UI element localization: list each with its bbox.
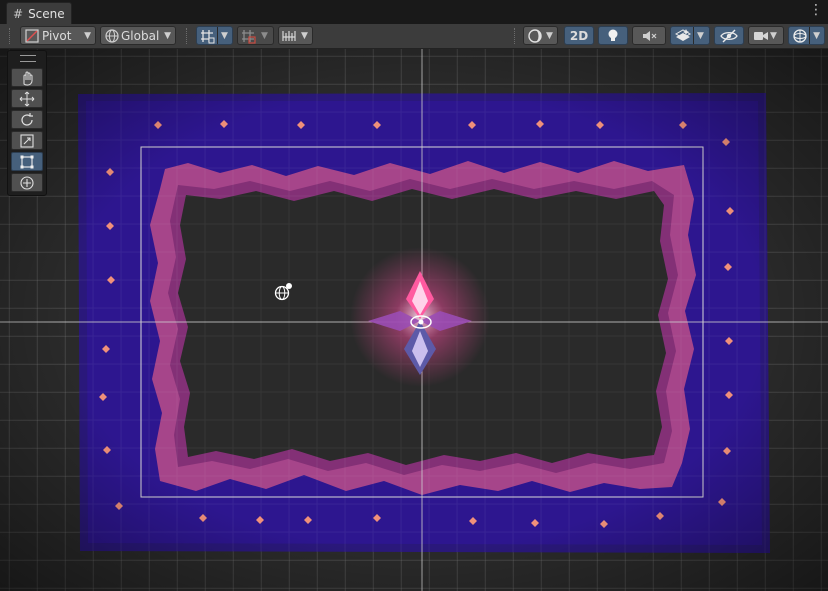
increment-snap-icon	[242, 29, 256, 44]
global-dropdown[interactable]: Global ▼	[100, 26, 176, 45]
rotate-icon	[21, 112, 33, 126]
chevron-down-icon: ▼	[84, 30, 91, 41]
rect-transform-icon	[20, 155, 34, 168]
eye-hidden-icon	[720, 29, 738, 42]
2d-mode-button[interactable]: 2D	[564, 26, 594, 45]
chevron-down-icon: ▼	[164, 30, 171, 41]
more-options-icon[interactable]: ⋮	[809, 3, 823, 17]
hand-icon	[23, 71, 33, 85]
tab-bar: # Scene ⋮	[0, 0, 828, 25]
transform-tool-button[interactable]	[11, 173, 43, 192]
palette-drag-handle[interactable]	[20, 55, 36, 62]
rect-tool-button[interactable]	[11, 152, 43, 171]
toolbar-grip	[186, 28, 189, 44]
toolbar-grip	[514, 28, 517, 44]
tool-palette	[7, 50, 47, 196]
pivot-label: Pivot	[42, 28, 72, 43]
pivot-dropdown[interactable]: Pivot ▼	[20, 26, 96, 45]
snap-settings-dropdown[interactable]: ▼	[278, 26, 313, 45]
camera-dropdown[interactable]: ▼	[748, 26, 784, 45]
tab-scene[interactable]: # Scene	[6, 2, 72, 24]
lighting-toggle[interactable]	[598, 26, 628, 45]
2d-mode-label: 2D	[569, 28, 589, 43]
tab-scene-label: Scene	[28, 6, 65, 21]
grid-snap-icon	[201, 29, 215, 43]
shading-sphere-icon	[528, 28, 542, 43]
effects-dropdown[interactable]: ▼	[670, 26, 710, 45]
transform-icon	[20, 175, 34, 190]
gizmo-globe-icon	[793, 28, 807, 43]
scene-visibility-toggle[interactable]	[714, 26, 744, 45]
move-tool-button[interactable]	[11, 89, 43, 108]
scene-toolbar: Pivot ▼ Global ▼ ▼ ▼ ▼ ▼ 2D ▼ ▼ ▼	[0, 24, 828, 49]
chevron-down-icon: ▼	[770, 30, 777, 41]
scene-viewport[interactable]	[0, 49, 828, 591]
chevron-down-icon: ▼	[546, 30, 553, 41]
global-label: Global	[121, 28, 160, 43]
ruler-snap-icon	[282, 30, 296, 41]
grid-hash-icon: #	[13, 6, 24, 21]
video-camera-icon	[754, 31, 768, 40]
scene-canvas	[0, 49, 828, 591]
chevron-down-icon: ▼	[261, 30, 268, 41]
scale-icon	[20, 133, 34, 148]
move-arrows-icon	[19, 91, 35, 106]
effects-layers-icon	[674, 28, 692, 41]
toolbar-grip	[9, 28, 12, 44]
audio-toggle[interactable]	[632, 26, 666, 45]
chevron-down-icon: ▼	[301, 30, 308, 41]
gizmos-dropdown[interactable]: ▼	[788, 26, 825, 45]
audio-muted-icon	[643, 30, 657, 41]
globe-icon	[105, 28, 119, 43]
light-bulb-icon	[608, 29, 618, 41]
rotate-tool-button[interactable]	[11, 110, 43, 129]
hand-tool-button[interactable]	[11, 68, 43, 87]
draw-mode-dropdown[interactable]: ▼	[523, 26, 558, 45]
grid-snap-dropdown[interactable]: ▼	[196, 26, 233, 45]
chevron-down-icon: ▼	[697, 30, 704, 41]
chevron-down-icon: ▼	[221, 30, 228, 41]
increment-snap-dropdown[interactable]: ▼	[237, 26, 274, 45]
pivot-icon	[25, 28, 39, 43]
chevron-down-icon: ▼	[813, 30, 820, 41]
scale-tool-button[interactable]	[11, 131, 43, 150]
